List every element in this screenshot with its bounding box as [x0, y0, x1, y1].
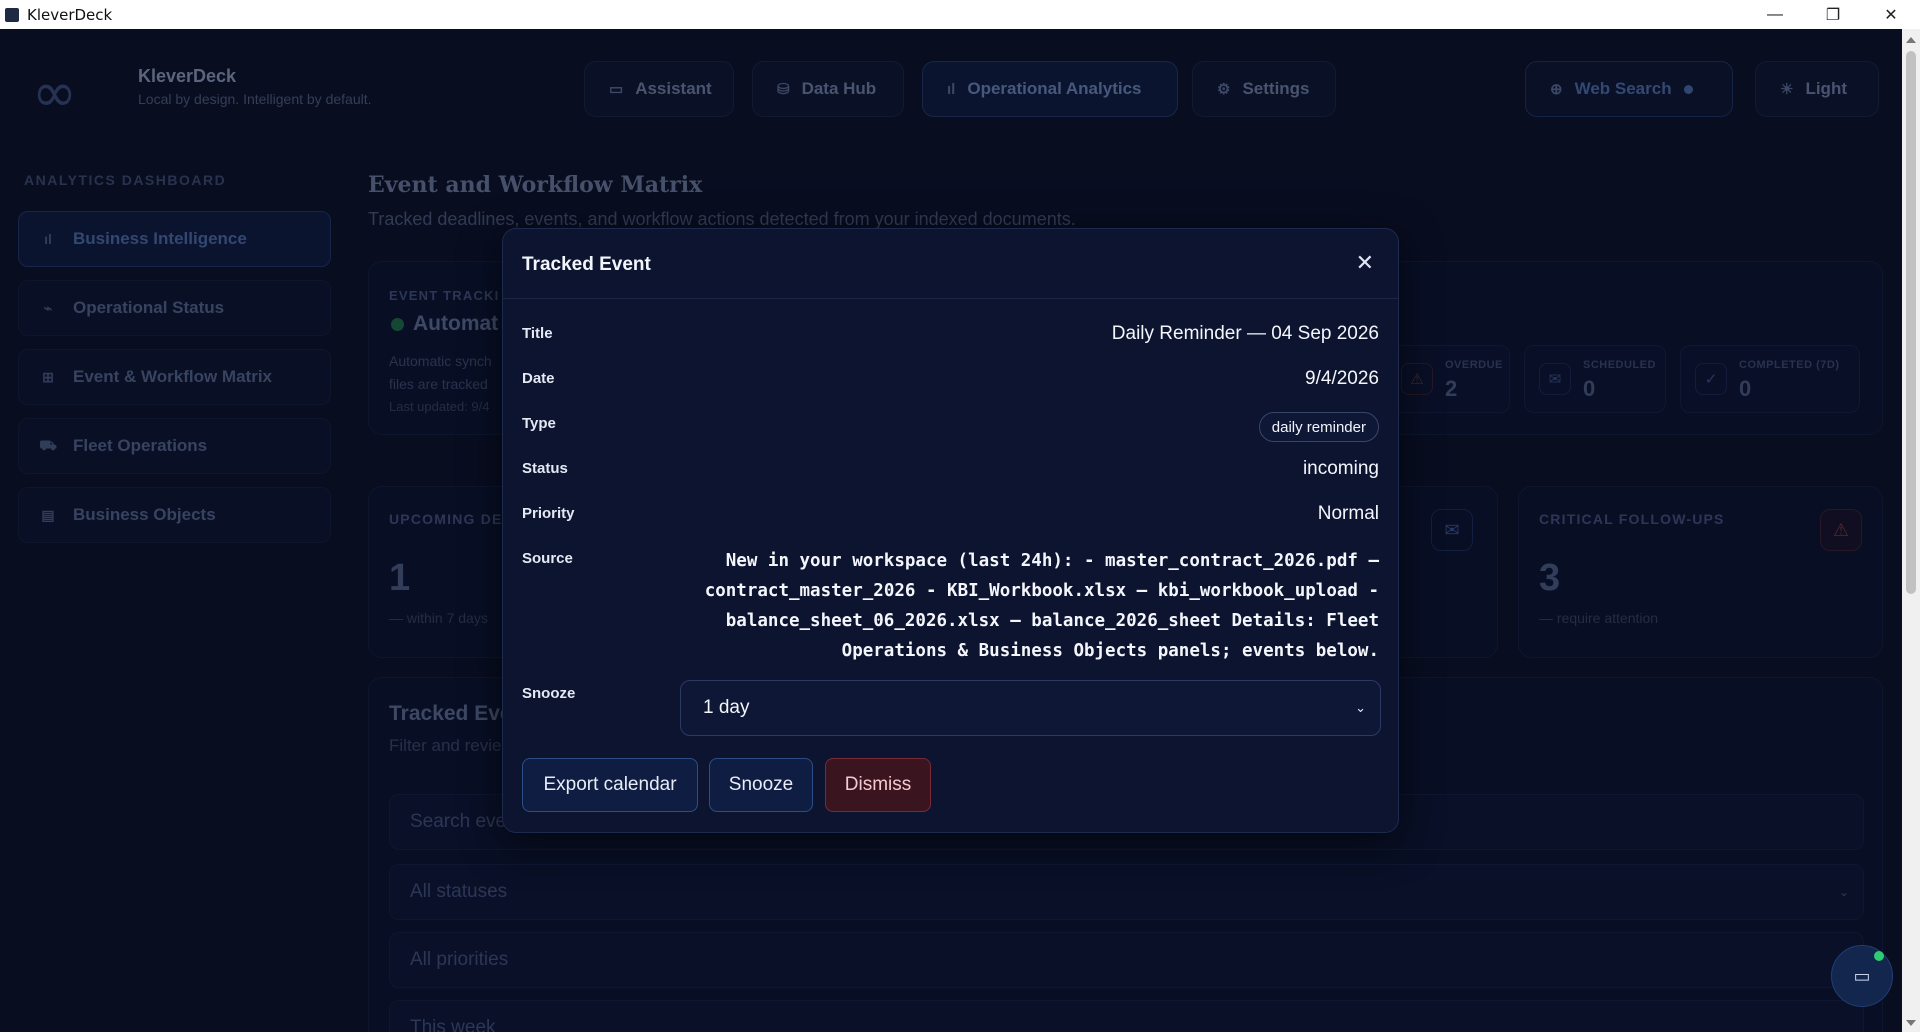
source-value: New in your workspace (last 24h): - mast…	[704, 551, 1379, 661]
minimize-button[interactable]: —	[1746, 0, 1804, 29]
close-icon[interactable]: ✕	[1356, 252, 1374, 274]
status-label: Status	[522, 460, 568, 477]
app-icon	[5, 7, 19, 22]
snooze-label: Snooze	[522, 685, 576, 702]
modal-header: Tracked Event ✕	[503, 229, 1398, 299]
priority-label: Priority	[522, 505, 575, 522]
chat-icon: ▭	[1853, 965, 1871, 986]
tracked-event-modal: Tracked Event ✕ Title Daily Reminder — 0…	[502, 228, 1399, 833]
export-calendar-button[interactable]: Export calendar	[522, 758, 698, 812]
chat-fab-button[interactable]: ▭	[1831, 945, 1893, 1007]
close-window-button[interactable]: ✕	[1862, 0, 1920, 29]
source-label: Source	[522, 550, 573, 567]
snooze-duration-value: 1 day	[703, 697, 750, 718]
online-indicator	[1874, 951, 1884, 961]
title-value: Daily Reminder — 04 Sep 2026	[1111, 323, 1379, 344]
snooze-button[interactable]: Snooze	[709, 758, 813, 812]
priority-value: Normal	[1317, 503, 1379, 524]
snooze-duration-select[interactable]: 1 day ⌄	[680, 680, 1381, 736]
window-controls: — ❐ ✕	[1746, 0, 1920, 29]
date-label: Date	[522, 370, 555, 387]
type-label: Type	[522, 415, 556, 432]
page-scrollbar[interactable]	[1902, 29, 1920, 1032]
title-label: Title	[522, 325, 553, 342]
dismiss-button[interactable]: Dismiss	[825, 758, 931, 812]
type-badge: daily reminder	[1258, 412, 1379, 442]
window-titlebar: KleverDeck — ❐ ✕	[0, 0, 1920, 29]
maximize-button[interactable]: ❐	[1804, 0, 1862, 29]
modal-title: Tracked Event	[522, 254, 651, 275]
status-value: incoming	[1302, 458, 1379, 479]
scroll-down-arrow-icon[interactable]	[1906, 1020, 1916, 1026]
window-title: KleverDeck	[27, 5, 113, 24]
date-value: 9/4/2026	[1305, 368, 1379, 389]
chevron-down-icon: ⌄	[1355, 700, 1366, 715]
scrollbar-thumb[interactable]	[1906, 51, 1916, 594]
scroll-up-arrow-icon[interactable]	[1906, 37, 1916, 43]
